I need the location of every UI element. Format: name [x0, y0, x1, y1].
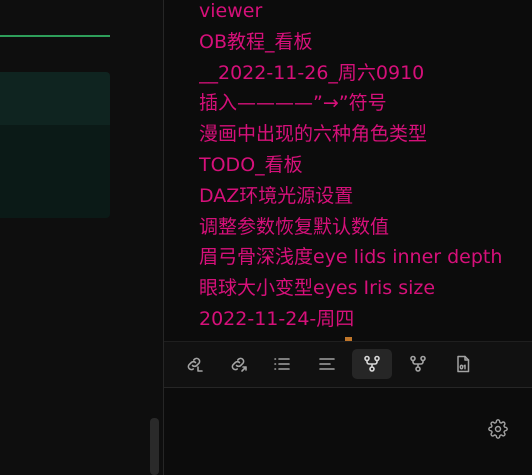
link-item[interactable]: TODO_看板 — [199, 152, 509, 183]
local-graph-icon — [410, 355, 426, 372]
graph-view-button[interactable] — [352, 349, 392, 379]
backlinks-icon — [187, 357, 203, 372]
card-header — [0, 72, 110, 125]
file-binary-button[interactable] — [443, 349, 483, 379]
link-item[interactable]: viewer — [199, 0, 509, 29]
card-body — [0, 125, 110, 218]
link-item[interactable]: 漫画中出现的六种角色类型 — [199, 121, 509, 152]
editor-scrollbar[interactable] — [150, 418, 159, 475]
file-binary-icon — [457, 355, 470, 373]
outgoing-links-icon — [231, 357, 247, 372]
link-item[interactable]: 眉弓骨深浅度eye lids inner depth — [199, 244, 509, 275]
list-button[interactable] — [262, 349, 302, 379]
settings-button[interactable] — [486, 417, 510, 441]
link-item[interactable]: 调整参数恢复默认数值 — [199, 214, 509, 245]
link-item[interactable]: __2022-11-26_周六0910 — [199, 60, 509, 91]
outgoing-links-list: viewer OB教程_看板 __2022-11-26_周六0910 插入———… — [199, 0, 509, 337]
gear-icon — [488, 419, 508, 439]
link-item[interactable]: 眼球大小变型eyes Iris size — [199, 275, 509, 306]
link-item[interactable]: OB教程_看板 — [199, 29, 509, 60]
outline-button[interactable] — [307, 349, 347, 379]
link-item[interactable]: 2022-11-24-周四 — [199, 306, 509, 337]
active-line-accent — [0, 35, 110, 37]
list-icon — [274, 358, 290, 370]
outgoing-links-button[interactable] — [218, 349, 258, 379]
link-item[interactable]: DAZ环境光源设置 — [199, 183, 509, 214]
link-item[interactable]: 插入————”→”符号 — [199, 90, 509, 121]
sidebar-view-toolbar — [164, 342, 532, 387]
outline-icon — [319, 358, 335, 370]
toolbar-divider — [164, 387, 532, 388]
backlinks-button[interactable] — [174, 349, 214, 379]
outgoing-links-pane: viewer OB教程_看板 __2022-11-26_周六0910 插入———… — [164, 0, 532, 475]
editor-pane — [0, 0, 163, 475]
local-graph-button[interactable] — [398, 349, 438, 379]
graph-icon — [364, 355, 380, 372]
